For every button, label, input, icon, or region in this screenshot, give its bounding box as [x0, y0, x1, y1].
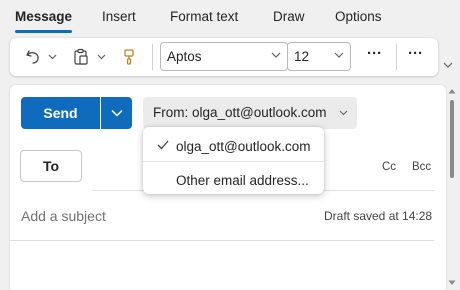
font-name-select[interactable]: Aptos	[160, 42, 288, 71]
toolbar-divider	[396, 44, 397, 70]
menu-item-label: Other email address...	[176, 173, 309, 188]
chevron-down-icon	[271, 52, 281, 58]
format-painter-button[interactable]	[117, 45, 141, 69]
from-account-menu: olga_ott@outlook.com Other email address…	[143, 127, 324, 194]
from-label: From: olga_ott@outlook.com	[153, 105, 327, 120]
subject-input[interactable]: Add a subject	[21, 208, 106, 224]
menu-item-other-address[interactable]: Other email address...	[143, 163, 324, 195]
more-options-button[interactable]: ···	[408, 46, 423, 61]
chevron-down-icon	[110, 109, 123, 117]
undo-button[interactable]	[22, 45, 44, 69]
menu-divider	[143, 161, 324, 162]
tab-options[interactable]: Options	[335, 9, 382, 24]
ribbon-tabs: Message Insert Format text Draw Options	[0, 0, 460, 36]
tab-format-text[interactable]: Format text	[170, 9, 238, 24]
scrollbar-thumb[interactable]	[450, 100, 454, 178]
send-button[interactable]: Send	[21, 97, 100, 129]
from-account-button[interactable]: From: olga_ott@outlook.com	[143, 97, 357, 129]
draft-status: Draft saved at 14:28	[324, 209, 433, 223]
more-formatting-button[interactable]: ···	[367, 46, 382, 61]
expand-ribbon-icon[interactable]	[443, 62, 453, 69]
scroll-down-icon[interactable]	[448, 280, 456, 286]
font-name-value: Aptos	[167, 49, 202, 64]
tab-insert[interactable]: Insert	[102, 9, 136, 24]
font-size-select[interactable]: 12	[287, 42, 351, 71]
bcc-button[interactable]: Bcc	[412, 161, 431, 173]
undo-icon	[26, 50, 39, 64]
send-options-button[interactable]	[101, 97, 132, 129]
paste-button[interactable]	[70, 45, 92, 69]
toolbar-divider	[152, 44, 153, 70]
chevron-down-icon	[48, 54, 56, 60]
menu-item-label: olga_ott@outlook.com	[176, 139, 311, 154]
scroll-up-icon[interactable]	[448, 88, 456, 94]
menu-item-current-account[interactable]: olga_ott@outlook.com	[143, 129, 324, 161]
chevron-down-icon	[97, 54, 105, 60]
chevron-down-icon	[339, 110, 348, 116]
format-painter-icon	[124, 49, 134, 65]
to-button[interactable]: To	[20, 150, 82, 182]
subject-divider	[10, 240, 434, 241]
tab-message[interactable]: Message	[15, 9, 72, 24]
paste-dropdown[interactable]	[95, 45, 107, 69]
clipboard-icon	[74, 48, 88, 65]
undo-dropdown[interactable]	[46, 45, 58, 69]
active-tab-indicator	[15, 30, 72, 33]
ribbon-toolbar: Aptos 12 ··· ···	[10, 38, 438, 76]
chevron-down-icon	[334, 52, 344, 58]
tab-draw[interactable]: Draw	[273, 9, 305, 24]
checkmark-icon	[157, 140, 169, 150]
cc-button[interactable]: Cc	[382, 161, 396, 173]
font-size-value: 12	[294, 49, 310, 64]
